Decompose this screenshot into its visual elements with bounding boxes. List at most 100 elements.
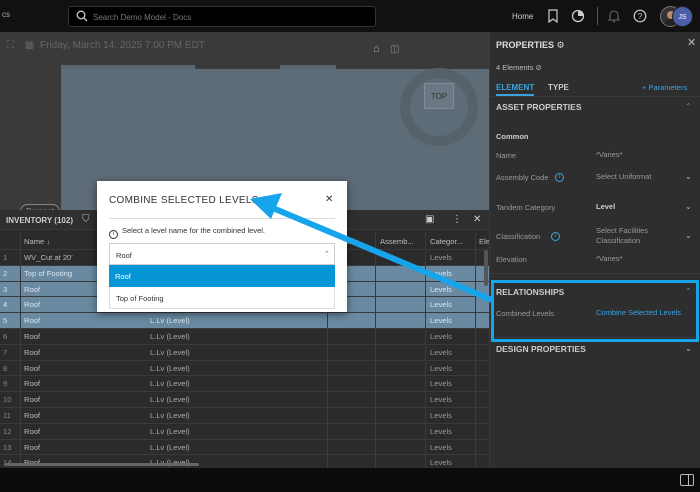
relationships-highlight	[491, 280, 699, 342]
info-icon[interactable]: i	[555, 173, 564, 182]
row-type: L.Lv (Level)	[150, 442, 190, 452]
row-category: Levels	[430, 363, 452, 373]
properties-title: PROPERTIES ⚙	[496, 40, 565, 50]
properties-panel: PROPERTIES ⚙ ✕ 4 Elements ⊘ ELEMENT TYPE…	[489, 32, 700, 468]
filter-icon[interactable]: ⛉	[82, 214, 90, 225]
row-category: Levels	[430, 300, 452, 310]
column-header-category[interactable]: Categor...	[430, 237, 463, 246]
row-type: L.Lv (Level)	[150, 410, 190, 420]
search-input[interactable]: Search Demo Model - Docs	[68, 6, 376, 27]
column-header-assembly[interactable]: Assemb...	[380, 237, 414, 246]
table-row[interactable]: 6 Roof L.Lv (Level) Levels	[0, 329, 489, 345]
table-row[interactable]: 13 Roof L.Lv (Level) Levels	[0, 440, 489, 456]
panel-toggle-icon[interactable]	[680, 474, 694, 486]
row-category: Levels	[430, 284, 452, 294]
search-icon	[76, 10, 88, 22]
home-link[interactable]: Home	[512, 12, 533, 21]
close-properties-icon[interactable]: ✕	[687, 36, 696, 49]
level-select-value: Roof	[116, 251, 132, 260]
info-icon[interactable]: i	[551, 232, 560, 241]
help-icon[interactable]: ?	[633, 9, 647, 23]
table-row[interactable]: 9 Roof L.Lv (Level) Levels	[0, 376, 489, 393]
row-number: 8	[3, 363, 8, 373]
row-category: Levels	[430, 442, 452, 452]
assembly-code-select[interactable]: Select Uniformat	[596, 172, 651, 182]
camera-icon[interactable]: ◫	[390, 44, 399, 55]
row-number: 3	[3, 284, 8, 294]
table-row[interactable]: 8 Roof L.Lv (Level) Levels	[0, 361, 489, 377]
bookmark-icon[interactable]	[546, 9, 560, 23]
more-options-icon[interactable]: ⋮	[452, 214, 462, 225]
row-category: Levels	[430, 253, 452, 262]
tandem-category-select[interactable]: Level	[596, 202, 615, 212]
dialog-info: i Select a level name for the combined le…	[109, 226, 265, 239]
tab-divider	[490, 96, 700, 97]
row-number: 2	[3, 268, 8, 278]
dropdown-option-top-of-footing[interactable]: Top of Footing	[109, 287, 335, 309]
row-number: 5	[3, 316, 8, 326]
close-inventory-icon[interactable]: ✕	[473, 214, 481, 225]
tab-element[interactable]: ELEMENT	[496, 83, 535, 96]
view-cube[interactable]: TOP	[400, 68, 478, 146]
row-category: Levels	[430, 410, 452, 420]
home-view-icon[interactable]: ⌂	[373, 43, 380, 55]
table-row[interactable]: 11 Roof L.Lv (Level) Levels	[0, 408, 489, 424]
design-properties-header[interactable]: DESIGN PROPERTIES	[496, 344, 586, 354]
link-icon[interactable]: ⊘	[536, 63, 542, 72]
classification-select-line1[interactable]: Select Facilities	[596, 226, 648, 236]
classification-select-line2[interactable]: Classification	[596, 236, 640, 246]
option-label: Top of Footing	[116, 294, 164, 303]
elevation-label: Elevation	[496, 255, 527, 264]
name-label: Name	[496, 151, 517, 160]
chevron-down-icon[interactable]: ⌄	[685, 202, 692, 211]
avatar-initials: JS	[672, 6, 693, 27]
tab-type[interactable]: TYPE	[548, 83, 569, 92]
table-row[interactable]: 7 Roof L.Lv (Level) Levels	[0, 345, 489, 361]
row-type: L.Lv (Level)	[150, 331, 190, 341]
bottom-bar	[0, 468, 700, 492]
horizontal-scrollbar[interactable]	[4, 463, 199, 466]
dialog-info-text: Select a level name for the combined lev…	[122, 226, 265, 235]
column-header-name[interactable]: Name ↓	[24, 237, 50, 246]
parameters-link[interactable]: + Parameters	[642, 83, 687, 92]
row-number: 1	[3, 253, 8, 262]
search-placeholder: Search Demo Model - Docs	[93, 13, 192, 22]
row-name: WV_Cut at 20'	[24, 253, 73, 262]
settings-icon[interactable]: ⚙	[557, 40, 565, 50]
date-picker[interactable]: ⛶ ▦ Friday, March 14, 2025 7:00 PM EDT	[7, 40, 205, 56]
row-number: 4	[3, 300, 8, 310]
row-type: L.Lv (Level)	[150, 363, 190, 373]
row-name: Roof	[24, 347, 41, 357]
view-cube-top-face[interactable]: TOP	[424, 83, 454, 109]
viewer-date: Friday, March 14, 2025 7:00 PM EDT	[40, 40, 205, 51]
row-name: Roof	[24, 426, 41, 436]
close-icon[interactable]: ✕	[325, 194, 333, 205]
table-row[interactable]: 10 Roof L.Lv (Level) Levels	[0, 392, 489, 408]
combine-levels-dialog: COMBINE SELECTED LEVELS ✕ i Select a leve…	[97, 181, 347, 312]
row-type: L.Lv (Level)	[150, 426, 190, 436]
activity-chart-icon[interactable]	[571, 9, 585, 23]
table-row[interactable]: 5 Roof L.Lv (Level) Levels	[0, 313, 489, 329]
chevron-down-icon[interactable]: ⌄	[685, 231, 692, 240]
vertical-scrollbar[interactable]	[484, 250, 488, 286]
chevron-down-icon[interactable]: ⌄	[685, 344, 692, 353]
export-icon[interactable]: ▣	[425, 214, 434, 225]
calendar-icon: ▦	[24, 40, 35, 51]
chevron-down-icon[interactable]: ⌄	[685, 172, 692, 181]
user-avatar[interactable]: JS	[660, 6, 693, 27]
expand-icon[interactable]: ⛶	[7, 40, 14, 51]
row-number: 6	[3, 331, 8, 341]
element-count: 4 Elements ⊘	[496, 63, 542, 72]
row-category: Levels	[430, 379, 452, 389]
classification-label: Classification	[496, 232, 541, 241]
row-type: L.Lv (Level)	[150, 347, 190, 357]
table-row[interactable]: 12 Roof L.Lv (Level) Levels	[0, 424, 489, 440]
chevron-up-icon[interactable]: ⌃	[685, 102, 692, 111]
row-category: Levels	[430, 316, 452, 326]
dropdown-option-roof[interactable]: Roof	[109, 265, 335, 287]
level-name-select[interactable]: Roof ⌃	[109, 243, 335, 265]
notification-bell-icon[interactable]	[607, 9, 621, 23]
asset-properties-header[interactable]: ASSET PROPERTIES	[496, 102, 582, 112]
chevron-up-icon[interactable]: ⌃	[324, 250, 330, 258]
common-group-label: Common	[496, 132, 529, 141]
